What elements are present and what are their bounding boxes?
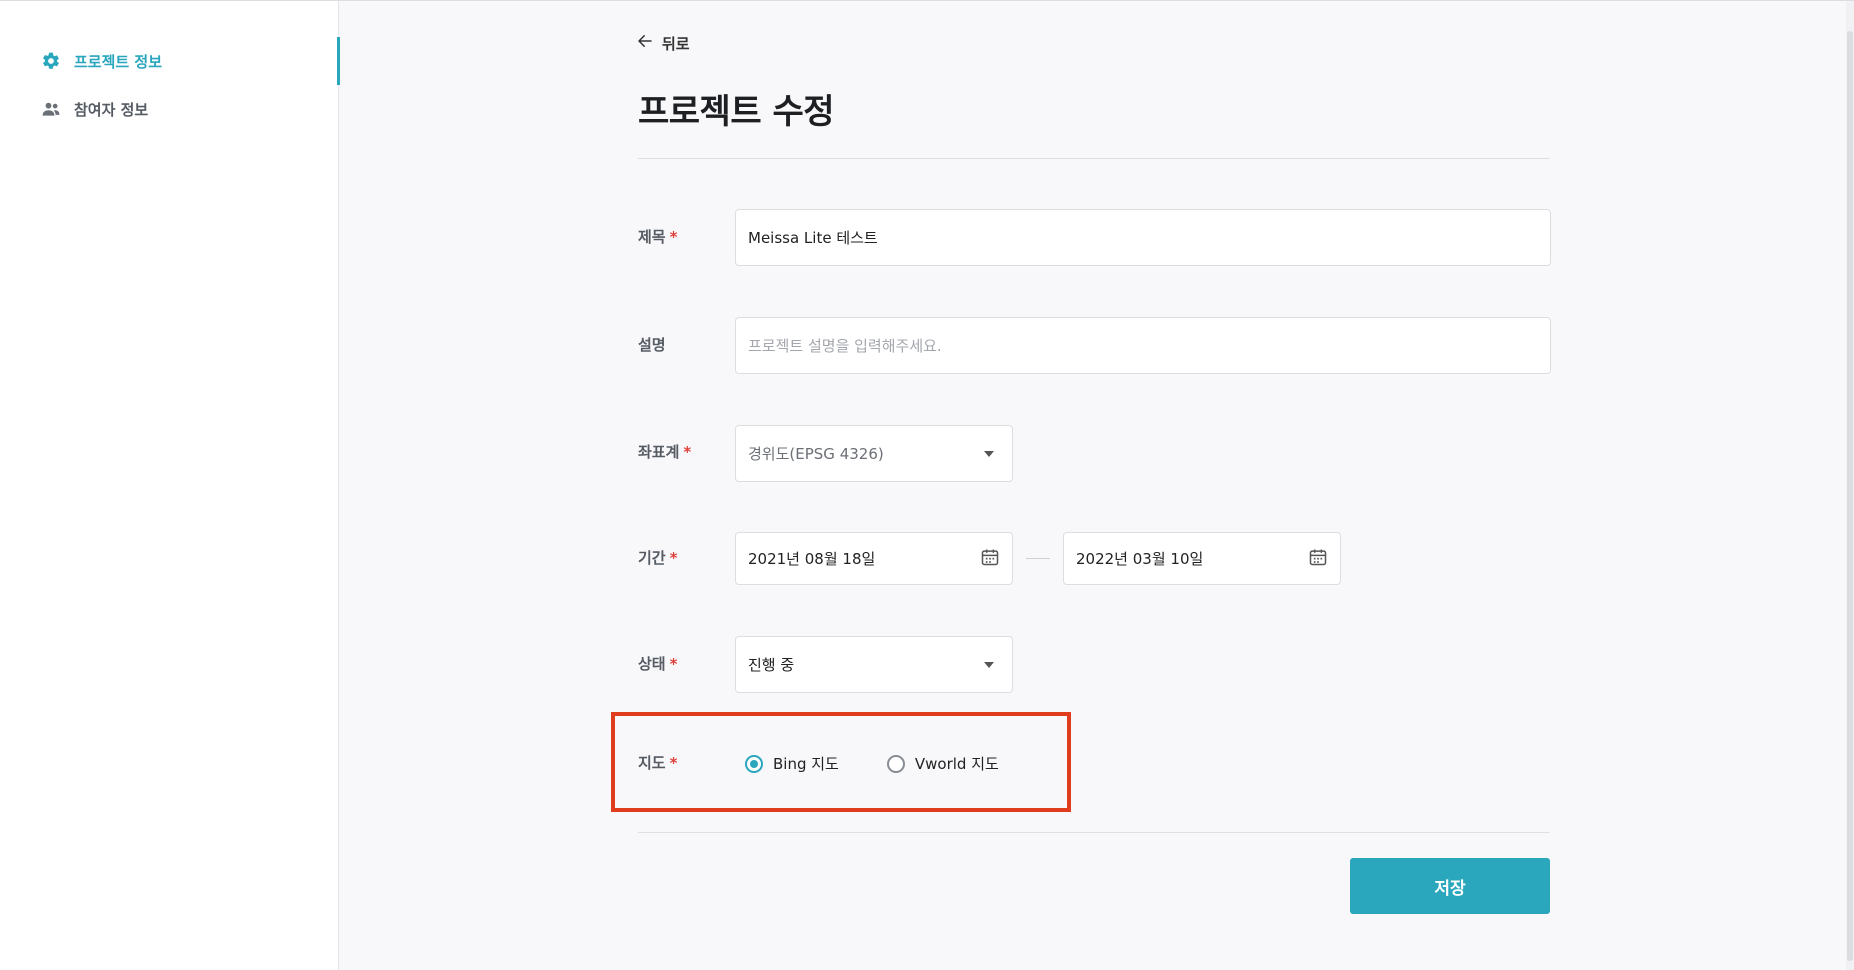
sidebar: 프로젝트 정보 참여자 정보: [0, 1, 340, 970]
gear-icon: [40, 50, 62, 72]
period-field-label: 기간 *: [638, 549, 678, 567]
people-icon: [40, 98, 62, 120]
caret-down-icon: [984, 661, 994, 668]
sidebar-item-project-info[interactable]: 프로젝트 정보: [0, 37, 340, 85]
title-input[interactable]: [735, 209, 1551, 266]
required-mark: *: [683, 443, 692, 461]
required-mark: *: [669, 655, 678, 673]
back-button[interactable]: 뒤로: [636, 30, 690, 56]
calendar-icon[interactable]: [1308, 547, 1328, 571]
crs-select[interactable]: 경위도(EPSG 4326): [735, 425, 1013, 482]
status-select-value: 진행 중: [748, 656, 795, 674]
sidebar-item-participants[interactable]: 참여자 정보: [0, 85, 339, 133]
status-select[interactable]: 진행 중: [735, 636, 1013, 693]
start-date-picker[interactable]: 2021년 08월 18일: [735, 532, 1013, 585]
title-field-label: 제목 *: [638, 228, 678, 246]
caret-down-icon: [984, 450, 994, 457]
save-button[interactable]: 저장: [1350, 858, 1550, 914]
sidebar-item-label: 참여자 정보: [74, 100, 149, 119]
required-mark: *: [669, 549, 678, 567]
form-divider: [638, 832, 1550, 833]
description-input[interactable]: [735, 317, 1551, 374]
sidebar-item-label: 프로젝트 정보: [74, 52, 163, 71]
back-label: 뒤로: [662, 34, 690, 53]
highlight-box: [611, 712, 1071, 812]
end-date-picker[interactable]: 2022년 03월 10일: [1063, 532, 1341, 585]
crs-field-label: 좌표계 *: [638, 443, 692, 461]
required-mark: *: [669, 228, 678, 246]
scrollbar[interactable]: [1846, 1, 1854, 970]
end-date-value: 2022년 03월 10일: [1076, 550, 1204, 568]
start-date-value: 2021년 08월 18일: [748, 550, 876, 568]
title-divider: [638, 158, 1550, 159]
scrollbar-thumb[interactable]: [1847, 31, 1853, 961]
arrow-left-icon: [636, 32, 654, 54]
status-field-label: 상태 *: [638, 655, 678, 673]
description-field-label: 설명: [638, 336, 666, 354]
page-title: 프로젝트 수정: [638, 92, 835, 132]
date-range-separator: [1026, 558, 1050, 559]
crs-select-value: 경위도(EPSG 4326): [748, 445, 884, 463]
calendar-icon[interactable]: [980, 547, 1000, 571]
